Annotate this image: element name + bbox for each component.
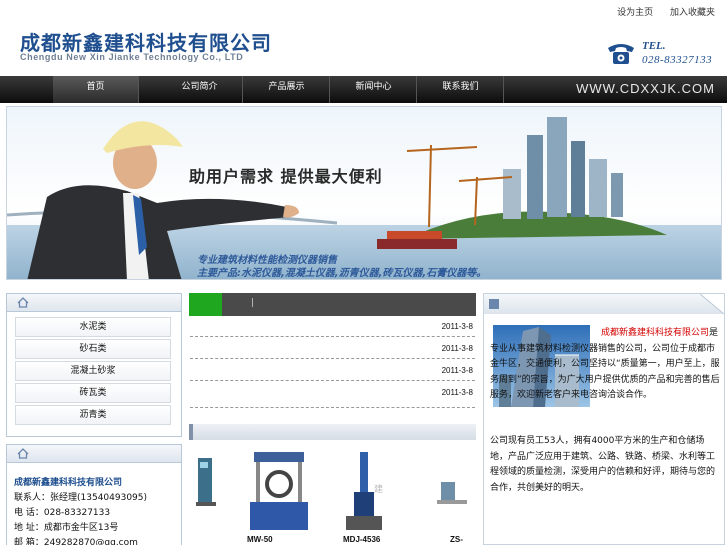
category-list: 水泥类 砂石类 混凝土砂浆 砖瓦类 沥青类 [15,317,171,427]
product-label[interactable]: ZS- [450,535,463,544]
about-head-square [489,299,499,309]
about-company-highlight[interactable]: 成都新鑫建科科技有限公司 [601,328,709,338]
nav-item-products[interactable]: 产品展示 [244,76,330,103]
main-nav: 首页 公司简介 产品展示 新闻中心 联系我们 WWW.CDXXJK.COM [0,76,727,103]
news-item[interactable]: 2011-3-8 [190,338,475,359]
news-item[interactable]: 2011-3-8 [190,382,475,408]
hero-banner: 助用户需求 提供最大便利 专业建筑材料性能检测仪器销售 主要产品:水泥仪器,混凝… [6,106,722,280]
company-logo-en: Chengdu New Xin Jianke Technology Co., L… [20,52,244,62]
banner-slogan: 助用户需求 提供最大便利 [189,167,383,186]
nav-item-news[interactable]: 新闻中心 [331,76,417,103]
category-item[interactable]: 砂石类 [15,339,171,359]
category-item[interactable]: 砖瓦类 [15,383,171,403]
product-image-3[interactable]: 建 [340,452,400,532]
about-paragraph-1: 成都新鑫建科科技有限公司是专业从事建筑材料检测仪器销售的公司，公司位于成都市金牛… [490,326,720,404]
category-box-head [7,294,181,312]
banner-scene [7,107,721,279]
nav-item-contact[interactable]: 联系我们 [418,76,504,103]
contact-email[interactable]: 邮 箱：249282870@qq.com [14,535,138,545]
banner-line-2: 主要产品:水泥仪器,混凝土仪器,沥青仪器,砖瓦仪器,石膏仪器等。 [197,268,487,279]
contact-company-name: 成都新鑫建科科技有限公司 [14,478,123,488]
category-item[interactable]: 沥青类 [15,405,171,425]
contact-box-head [7,445,181,463]
news-date: 2011-3-8 [441,388,473,397]
nav-item-home[interactable]: 首页 [53,76,139,103]
news-date: 2011-3-8 [441,344,473,353]
category-item[interactable]: 混凝土砂浆 [15,361,171,381]
header: 设为主页 加入收藏夹 成都新鑫建科科技有限公司 Chengdu New Xin … [0,0,727,76]
news-tab[interactable] [189,293,222,316]
nav-item-about[interactable]: 公司简介 [157,76,243,103]
product-image-4[interactable] [437,452,477,532]
product-label[interactable]: MDJ-4536 [343,535,380,544]
news-header-divider: | [251,298,255,308]
page-curl-icon [700,294,724,314]
site-url: WWW.CDXXJK.COM [576,81,715,96]
contact-person: 联系人：张经理(13540493095) [14,493,148,503]
news-date: 2011-3-8 [441,322,473,331]
news-header: | [189,293,476,316]
product-image-1[interactable] [196,452,218,532]
contact-phone: 电 话：028-83327133 [14,508,111,518]
set-homepage-link[interactable]: 设为主页 [617,8,653,18]
news-item[interactable]: 2011-3-8 [190,360,475,381]
category-item[interactable]: 水泥类 [15,317,171,337]
news-date: 2011-3-8 [441,366,473,375]
tel-label: TEL. [642,40,666,52]
house-icon [17,297,29,308]
about-paragraph-1-text: 是专业从事建筑材料检测仪器销售的公司，公司位于成都市金牛区，交通便利，公司坚持以… [490,328,720,400]
about-box: 成都新鑫建科科技有限公司是专业从事建筑材料检测仪器销售的公司，公司位于成都市金牛… [483,293,725,545]
tel-number: 028-83327133 [642,54,713,66]
top-links: 设为主页 加入收藏夹 [603,5,715,18]
product-image-2[interactable] [250,452,308,532]
contact-box: 成都新鑫建科科技有限公司 联系人：张经理(13540493095) 电 话：02… [6,444,182,545]
about-box-head [484,294,724,314]
products-header [189,424,476,440]
category-box: 水泥类 砂石类 混凝土砂浆 砖瓦类 沥青类 [6,293,182,437]
add-favorite-link[interactable]: 加入收藏夹 [670,8,715,18]
house-icon [17,448,29,459]
svg-text:建: 建 [374,483,383,495]
telephone-icon [608,44,634,64]
news-item[interactable]: 2011-3-8 [190,316,475,337]
product-label[interactable]: MW-50 [247,535,273,544]
about-paragraph-2: 公司现有员工53人，拥有4000平方米的生产和仓储场地，产品广泛应用于建筑、公路… [490,436,716,493]
contact-address: 地 址：成都市金牛区13号 [14,523,119,533]
